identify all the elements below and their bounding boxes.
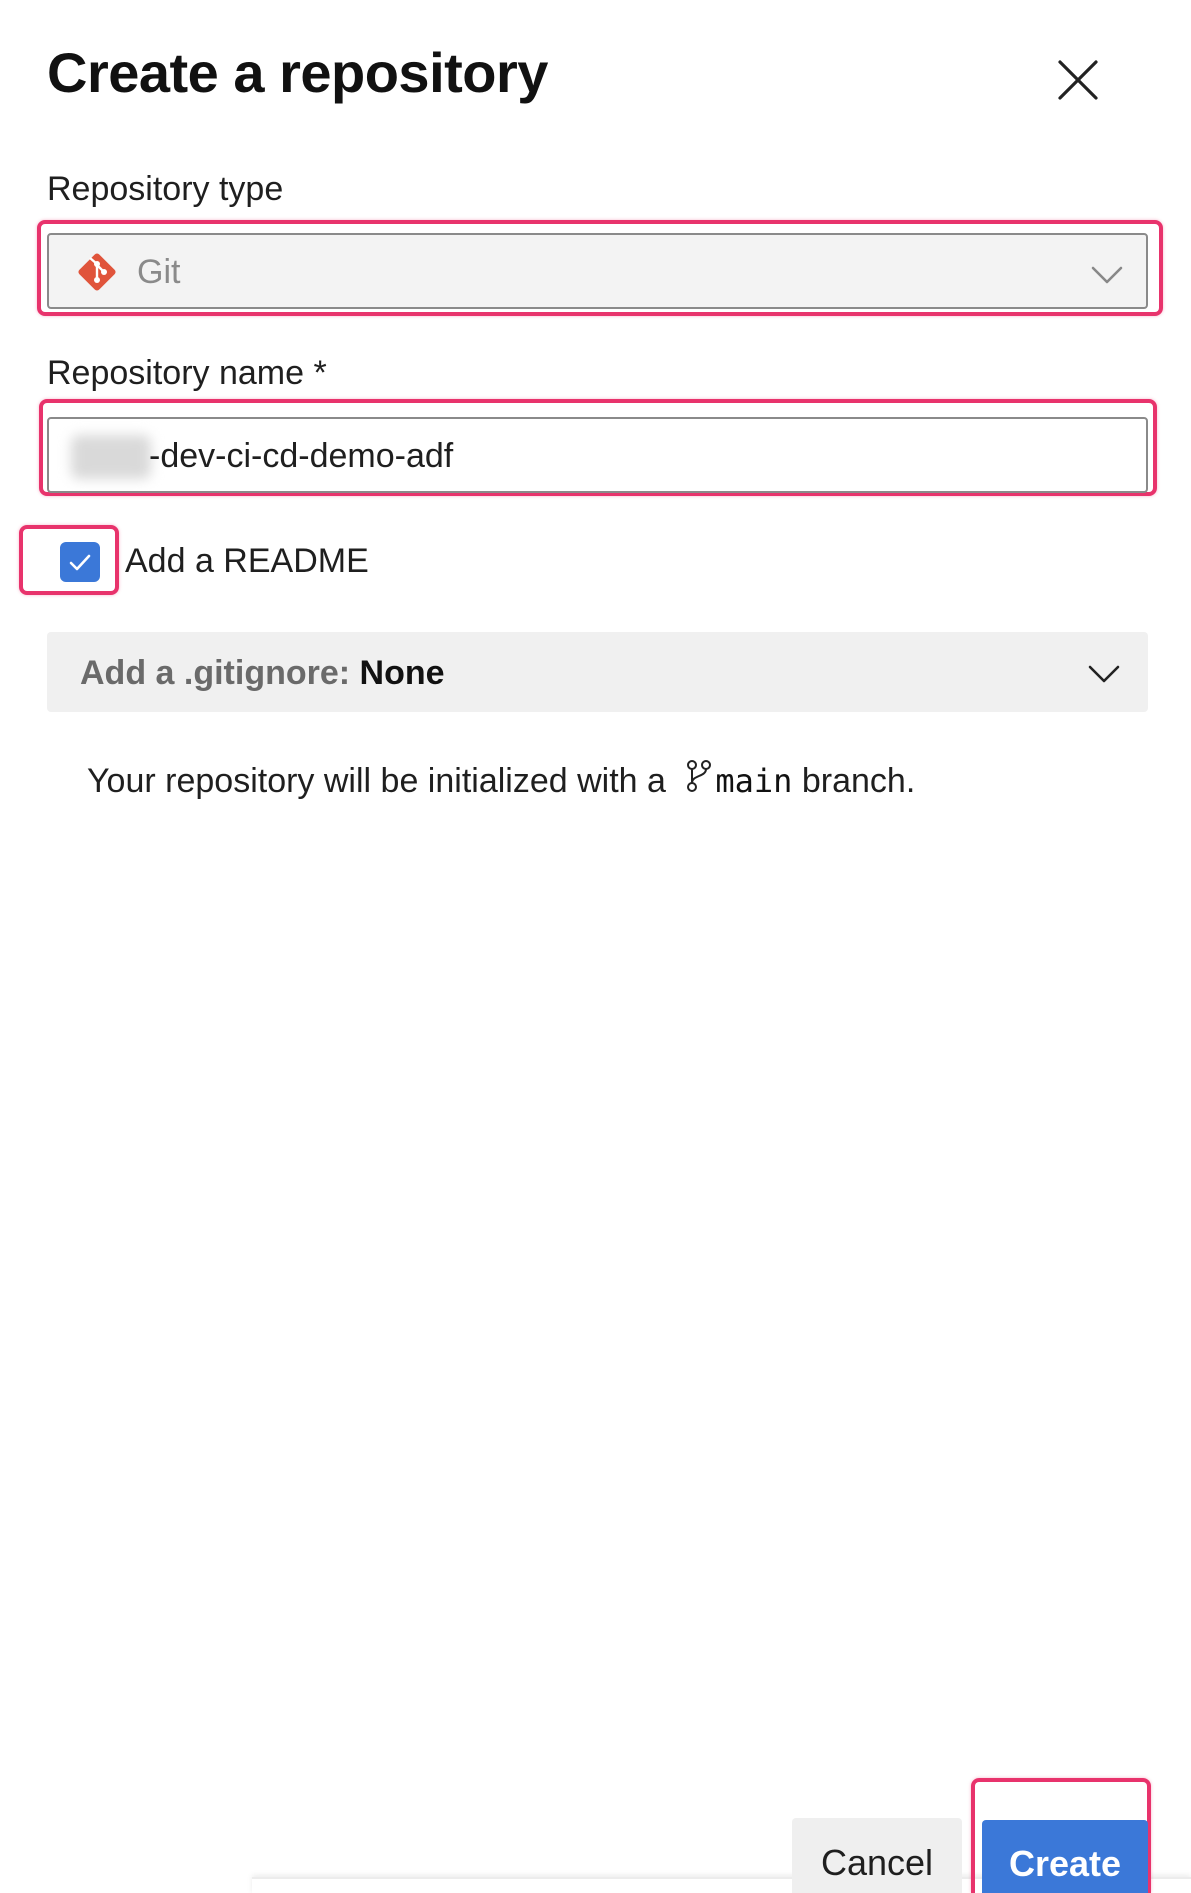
checkmark-icon [69,554,91,571]
info-text-before: Your repository will be initialized with… [87,762,676,800]
chevron-down-icon [1088,665,1120,683]
branch-info-text: Your repository will be initialized with… [87,758,915,801]
create-button[interactable]: Create [982,1820,1148,1893]
chevron-down-icon [1091,266,1123,284]
repository-name-input[interactable]: -dev-ci-cd-demo-adf [47,417,1148,493]
redacted-prefix [71,435,151,479]
branch-icon [687,760,712,792]
dialog-title: Create a repository [47,41,548,104]
info-text-after: branch. [792,762,916,800]
gitignore-prefix: Add a .gitignore: [80,654,360,692]
repository-type-value: Git [137,253,181,291]
git-icon [78,253,116,291]
repository-name-label: Repository name * [47,354,327,392]
branch-name: main [715,762,793,800]
gitignore-dropdown[interactable]: Add a .gitignore: None [47,632,1148,712]
repository-name-value: -dev-ci-cd-demo-adf [149,437,454,475]
repository-type-select[interactable]: Git [47,233,1148,309]
close-icon[interactable] [1055,57,1101,103]
gitignore-label: Add a .gitignore: None [80,654,445,693]
readme-label: Add a README [125,542,369,580]
readme-checkbox[interactable] [60,542,100,582]
cancel-button[interactable]: Cancel [792,1818,962,1893]
repository-type-label: Repository type [47,170,284,208]
create-repository-dialog: Create a repository Repository type Git … [0,0,1191,1893]
gitignore-value: None [359,654,445,692]
